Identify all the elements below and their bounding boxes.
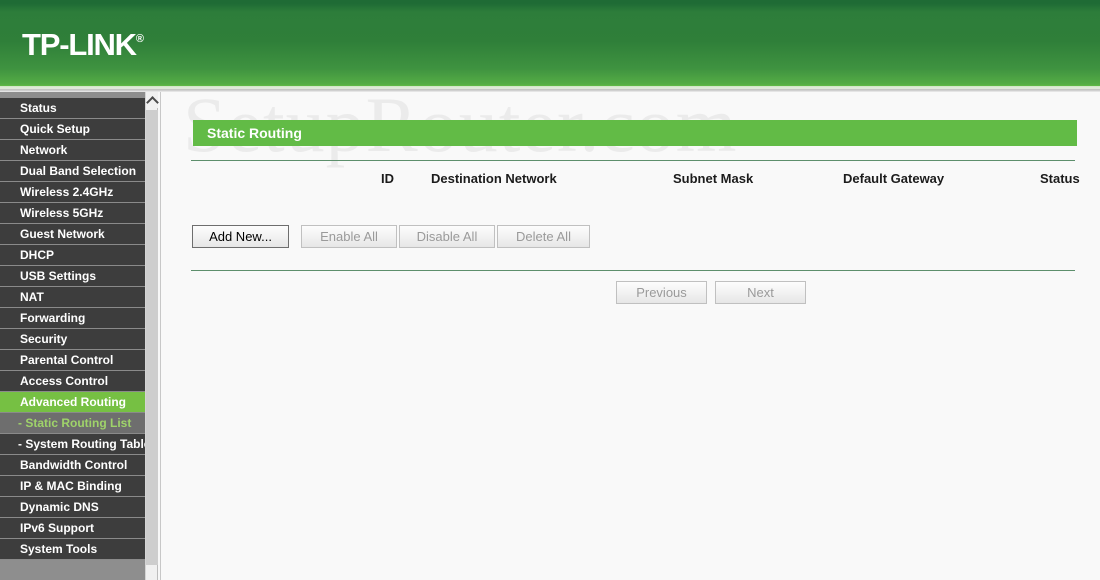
sidebar-item-system-tools[interactable]: System Tools — [0, 539, 145, 560]
tplink-logo: TP-LINK® — [22, 27, 144, 63]
scrollbar-thumb[interactable] — [146, 110, 158, 565]
column-header-status: Status — [1040, 171, 1080, 186]
sidebar-item-system-routing-table[interactable]: - System Routing Table — [0, 434, 145, 455]
add-new-button[interactable]: Add New... — [192, 225, 289, 248]
scroll-up-arrow-icon[interactable] — [146, 92, 158, 108]
sidebar-item-bandwidth-control[interactable]: Bandwidth Control — [0, 455, 145, 476]
column-header-subnet-mask: Subnet Mask — [673, 171, 754, 186]
next-page-button[interactable]: Next — [715, 281, 806, 304]
sidebar-item-wireless-2-4ghz[interactable]: Wireless 2.4GHz — [0, 182, 145, 203]
table-actions: Add New... Enable All Disable All Delete… — [191, 225, 1075, 249]
delete-all-button[interactable]: Delete All — [497, 225, 590, 248]
sidebar-item-advanced-routing[interactable]: Advanced Routing — [0, 392, 145, 413]
table-top-divider — [191, 160, 1075, 161]
sidebar-item-forwarding[interactable]: Forwarding — [0, 308, 145, 329]
disable-all-button[interactable]: Disable All — [399, 225, 495, 248]
sidebar-item-ip-mac-binding[interactable]: IP & MAC Binding — [0, 476, 145, 497]
sidebar-item-quick-setup[interactable]: Quick Setup — [0, 119, 145, 140]
registered-trademark-icon: ® — [135, 33, 144, 45]
sidebar-item-dynamic-dns[interactable]: Dynamic DNS — [0, 497, 145, 518]
enable-all-button[interactable]: Enable All — [301, 225, 397, 248]
table-bottom-divider — [191, 270, 1075, 271]
sidebar-item-guest-network[interactable]: Guest Network — [0, 224, 145, 245]
sidebar-nav: Status Quick Setup Network Dual Band Select… — [0, 92, 145, 580]
sidebar-item-dual-band-selection[interactable]: Dual Band Selection — [0, 161, 145, 182]
previous-page-button[interactable]: Previous — [616, 281, 707, 304]
router-admin-page: TP-LINK® Status Quick Setup Network Dual Ba… — [0, 0, 1100, 580]
page-header: TP-LINK® — [0, 0, 1100, 86]
sidebar-item-static-routing-list[interactable]: - Static Routing List — [0, 413, 145, 434]
column-header-destination-network: Destination Network — [431, 171, 557, 186]
sidebar-item-wireless-5ghz[interactable]: Wireless 5GHz — [0, 203, 145, 224]
sidebar-item-access-control[interactable]: Access Control — [0, 371, 145, 392]
sidebar-item-parental-control[interactable]: Parental Control — [0, 350, 145, 371]
sidebar-item-security[interactable]: Security — [0, 329, 145, 350]
body-area: Status Quick Setup Network Dual Band Select… — [0, 92, 1100, 580]
sidebar-item-list: Status Quick Setup Network Dual Band Select… — [0, 98, 145, 560]
column-header-default-gateway: Default Gateway — [843, 171, 945, 186]
sidebar-item-nat[interactable]: NAT — [0, 287, 145, 308]
pagination-controls: Previous Next — [191, 281, 1075, 305]
page-title: Static Routing — [193, 120, 1077, 146]
sidebar-item-usb-settings[interactable]: USB Settings — [0, 266, 145, 287]
routing-table-header: ID Destination Network Subnet Mask Defau… — [191, 171, 1080, 191]
sidebar-item-status[interactable]: Status — [0, 98, 145, 119]
sidebar-item-ipv6-support[interactable]: IPv6 Support — [0, 518, 145, 539]
main-content: SetupRouter.com Static Routing ID Destin… — [160, 92, 1100, 580]
sidebar-scrollbar[interactable] — [145, 92, 158, 580]
sidebar-item-dhcp[interactable]: DHCP — [0, 245, 145, 266]
logo-text: TP-LINK — [22, 27, 137, 62]
column-header-id: ID — [381, 171, 394, 186]
sidebar-item-network[interactable]: Network — [0, 140, 145, 161]
